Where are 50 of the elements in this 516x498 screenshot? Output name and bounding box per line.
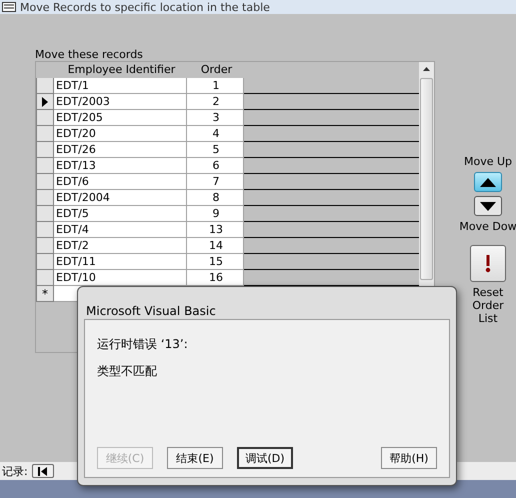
current-record-icon [42,96,48,106]
dialog-button[interactable]: 帮助(H) [381,447,437,469]
table-cell: 7 [187,174,244,190]
new-record-marker: * [36,286,54,302]
table-cell: EDT/205 [54,110,187,126]
first-record-icon [38,466,48,476]
table-cell: EDT/5 [54,206,187,222]
error-detail: 类型不匹配 [97,363,158,380]
table-cell: 5 [187,142,244,158]
reset-label: Reset Order List [471,286,505,325]
form-icon [2,2,16,12]
record-selector[interactable] [36,94,54,110]
table-cell: EDT/4 [54,222,187,238]
table-cell: EDT/2 [54,238,187,254]
move-down-button[interactable] [474,196,502,216]
dialog-button[interactable]: 调试(D) [237,447,293,469]
table-cell: 16 [187,270,244,286]
first-record-button[interactable] [32,464,54,478]
table-cell: EDT/2004 [54,190,187,206]
table-cell: EDT/6 [54,174,187,190]
table-cell: 13 [187,222,244,238]
table-cell: 4 [187,126,244,142]
window-title: Move Records to specific location in the table [20,0,270,14]
table-cell: 9 [187,206,244,222]
table-cell: EDT/20 [54,126,187,142]
table-cell: EDT/13 [54,158,187,174]
datasheet-caption: Move these records [35,48,144,61]
move-down-label: Move Dow [459,220,516,233]
table-cell: EDT/2003 [54,94,187,110]
dialog-button[interactable]: 结束(E) [167,447,223,469]
table-cell: EDT/10 [54,270,187,286]
table-cell: 14 [187,238,244,254]
exclamation-icon [485,254,491,272]
table-cell: 15 [187,254,244,270]
table-cell: EDT/1 [54,78,187,94]
move-up-button[interactable] [474,172,502,192]
table-cell: 8 [187,190,244,206]
table-cell: EDT/11 [54,254,187,270]
error-message: 运行时错误 ‘13’: [97,336,189,353]
record-navigation-label: 记录: [2,464,28,478]
table-cell: 3 [187,110,244,126]
reset-button[interactable] [470,245,506,282]
dialog-title: Microsoft Visual Basic [85,304,216,318]
table-cell: 2 [187,94,244,110]
down-triangle-icon [480,202,496,210]
table-cell: 1 [187,78,244,94]
move-up-label: Move Up [464,155,512,168]
table-cell: EDT/26 [54,142,187,158]
table-cell: 6 [187,158,244,174]
up-triangle-icon [480,178,496,186]
